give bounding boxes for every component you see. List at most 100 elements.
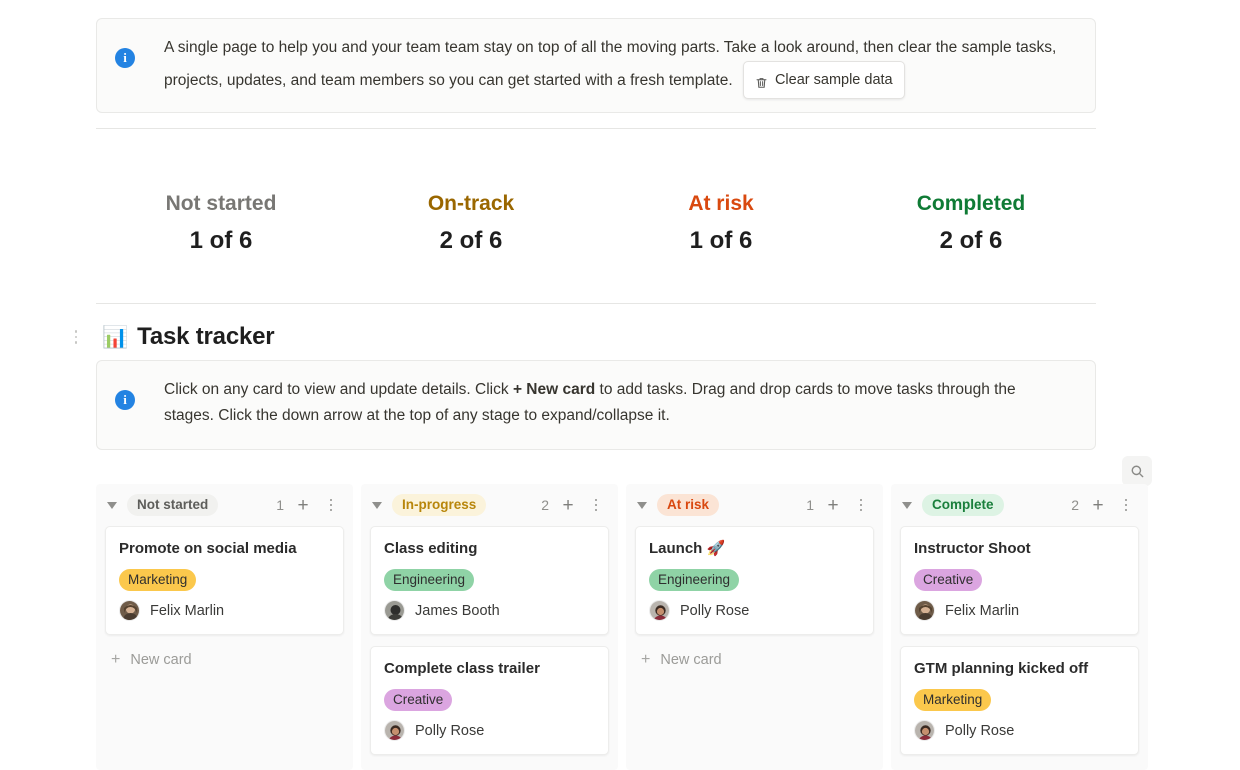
summary-value: 2 of 6 <box>439 227 503 254</box>
divider-middle <box>96 303 1096 304</box>
assignee-name: Felix Marlin <box>150 602 225 619</box>
search-icon <box>1131 465 1143 477</box>
card-tag: Creative <box>384 689 453 711</box>
task-card[interactable]: Instructor Shoot Creative Felix Marlin <box>900 526 1139 635</box>
column-menu-button[interactable] <box>320 494 342 516</box>
kanban-column-not-started: Not started 1 + Promote on social media … <box>96 484 353 770</box>
card-tag-row: Engineering <box>649 569 860 591</box>
task-card[interactable]: Launch 🚀 Engineering Polly Rose <box>635 526 874 635</box>
summary-label: Completed <box>916 192 1026 215</box>
avatar <box>384 720 405 741</box>
card-assignee: Felix Marlin <box>914 600 1125 621</box>
column-header: At risk 1 + <box>635 484 874 526</box>
column-count: 2 <box>1071 497 1079 513</box>
column-menu-button[interactable] <box>850 494 872 516</box>
collapse-caret-icon[interactable] <box>902 501 912 509</box>
summary-completed: Completed 2 of 6 <box>846 190 1096 258</box>
clear-sample-data-label: Clear sample data <box>774 72 893 88</box>
new-card-button[interactable]: + New card <box>900 766 1139 770</box>
column-menu-button[interactable] <box>585 494 607 516</box>
card-tag-row: Engineering <box>384 569 595 591</box>
column-count: 1 <box>276 497 284 513</box>
card-assignee: Polly Rose <box>649 600 860 621</box>
column-status-pill: Not started <box>127 494 219 516</box>
column-header: Not started 1 + <box>105 484 344 526</box>
card-assignee: James Booth <box>384 600 595 621</box>
summary-not-started: Not started 1 of 6 <box>96 190 346 258</box>
avatar <box>384 600 405 621</box>
new-card-label: New card <box>660 652 722 668</box>
card-tag-row: Marketing <box>119 569 330 591</box>
add-card-button[interactable]: + <box>292 494 314 516</box>
board-help-callout: i Click on any card to view and update d… <box>96 360 1096 450</box>
card-tag-row: Creative <box>914 569 1125 591</box>
info-icon: i <box>115 48 135 68</box>
card-title: Promote on social media <box>119 540 297 557</box>
card-assignee: Felix Marlin <box>119 600 330 621</box>
kanban-column-at-risk: At risk 1 + Launch 🚀 Engineering Polly R… <box>626 484 883 770</box>
summary-at-risk: At risk 1 of 6 <box>596 190 846 258</box>
clear-sample-data-button[interactable]: Clear sample data <box>742 61 905 99</box>
task-card[interactable]: Complete class trailer Creative Polly Ro… <box>370 646 609 755</box>
intro-callout: i A single page to help you and your tea… <box>96 18 1096 113</box>
add-card-button[interactable]: + <box>1087 494 1109 516</box>
page-title: Task tracker <box>137 323 275 350</box>
new-card-button[interactable]: + New card <box>105 646 344 682</box>
card-tag: Engineering <box>384 569 475 591</box>
collapse-caret-icon[interactable] <box>372 501 382 509</box>
column-status-pill: In-progress <box>392 494 487 516</box>
card-assignee: Polly Rose <box>914 720 1125 741</box>
avatar <box>914 600 935 621</box>
card-assignee: Polly Rose <box>384 720 595 741</box>
card-tag: Marketing <box>119 569 197 591</box>
drag-handle-icon[interactable] <box>68 325 84 349</box>
card-tag-row: Creative <box>384 689 595 711</box>
new-card-label: New card <box>130 652 192 668</box>
intro-callout-text: A single page to help you and your team … <box>164 35 1064 99</box>
summary-value: 1 of 6 <box>689 227 753 254</box>
card-title: GTM planning kicked off <box>914 660 1089 677</box>
assignee-name: Polly Rose <box>945 722 1015 739</box>
board-search-button[interactable] <box>1122 456 1152 486</box>
assignee-name: Felix Marlin <box>945 602 1020 619</box>
column-count: 1 <box>806 497 814 513</box>
card-title: Complete class trailer <box>384 660 540 677</box>
summary-value: 2 of 6 <box>939 227 1003 254</box>
new-card-button[interactable]: + New card <box>635 646 874 682</box>
divider-top <box>96 128 1096 129</box>
card-tag-row: Marketing <box>914 689 1125 711</box>
assignee-name: Polly Rose <box>415 722 485 739</box>
collapse-caret-icon[interactable] <box>637 501 647 509</box>
board-help-bold: + New card <box>512 381 596 398</box>
add-card-button[interactable]: + <box>557 494 579 516</box>
bar-chart-emoji-icon: 📊 <box>102 325 129 349</box>
page-root: i A single page to help you and your tea… <box>0 0 1240 770</box>
column-header: In-progress 2 + <box>370 484 609 526</box>
card-tag: Marketing <box>914 689 992 711</box>
summary-label: Not started <box>165 192 277 215</box>
summary-label: On-track <box>427 192 515 215</box>
assignee-name: James Booth <box>415 602 500 619</box>
info-icon: i <box>115 390 135 410</box>
collapse-caret-icon[interactable] <box>107 501 117 509</box>
column-header: Complete 2 + <box>900 484 1139 526</box>
new-card-button[interactable]: + New card <box>370 766 609 770</box>
column-status-pill: At risk <box>657 494 720 516</box>
task-card[interactable]: GTM planning kicked off Marketing Polly … <box>900 646 1139 755</box>
card-tag: Engineering <box>649 569 740 591</box>
card-title: Class editing <box>384 540 478 557</box>
column-menu-button[interactable] <box>1115 494 1137 516</box>
task-tracker-heading: 📊 Task tracker <box>68 320 275 354</box>
task-card[interactable]: Class editing Engineering James Booth <box>370 526 609 635</box>
status-summary: Not started 1 of 6 On-track 2 of 6 At ri… <box>96 190 1096 258</box>
plus-icon: + <box>111 651 121 668</box>
avatar <box>914 720 935 741</box>
column-status-pill: Complete <box>922 494 1004 516</box>
plus-icon: + <box>641 651 651 668</box>
summary-label: At risk <box>688 192 754 215</box>
summary-value: 1 of 6 <box>189 227 253 254</box>
task-card[interactable]: Promote on social media Marketing Felix … <box>105 526 344 635</box>
card-title: Launch 🚀 <box>649 540 726 557</box>
add-card-button[interactable]: + <box>822 494 844 516</box>
board-help-text: Click on any card to view and update det… <box>164 377 1064 429</box>
